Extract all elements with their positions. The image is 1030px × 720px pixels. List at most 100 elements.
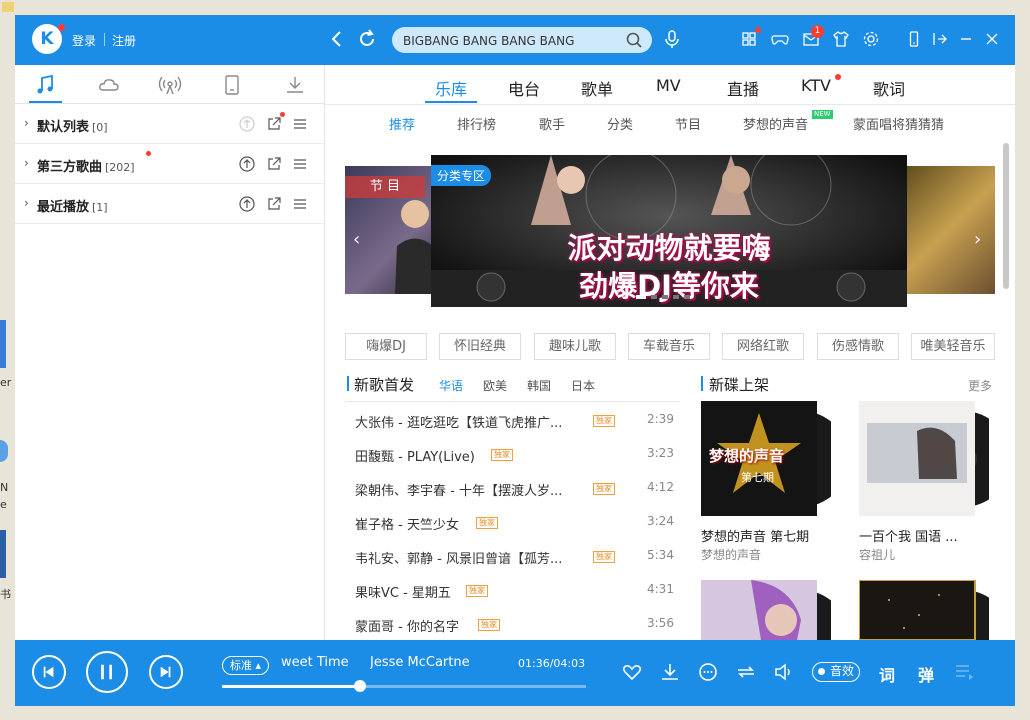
- subtab-charts[interactable]: 排行榜: [457, 114, 496, 133]
- song-title[interactable]: 梁朝伟、李宇春 - 十年【摆渡人岁...: [355, 480, 595, 499]
- chevron-right-icon[interactable]: ›: [974, 229, 981, 250]
- previous-track-icon[interactable]: [32, 655, 66, 689]
- category-tag[interactable]: 唯美轻音乐: [911, 333, 995, 360]
- tab-live[interactable]: 直播: [727, 76, 759, 100]
- tab-ktv[interactable]: KTV: [801, 76, 831, 95]
- chevron-right-icon[interactable]: ›: [24, 116, 29, 130]
- repeat-icon[interactable]: [735, 661, 757, 683]
- tab-lyrics[interactable]: 歌词: [873, 76, 905, 100]
- danmu-button[interactable]: 弹: [918, 662, 934, 686]
- playlist-queue-icon[interactable]: [953, 661, 975, 683]
- album-cover[interactable]: [701, 580, 831, 640]
- tab-radio[interactable]: 电台: [508, 76, 540, 100]
- chevron-right-icon[interactable]: ›: [24, 196, 29, 210]
- now-playing-title[interactable]: weet Time: [281, 655, 353, 670]
- next-track-icon[interactable]: [149, 655, 183, 689]
- close-icon[interactable]: [982, 29, 1002, 49]
- chevron-right-icon[interactable]: ›: [24, 156, 29, 170]
- settings-gear-icon[interactable]: [861, 29, 881, 49]
- listen-identify-icon[interactable]: [663, 29, 681, 49]
- playlist-row[interactable]: › 最近播放 [1]: [15, 184, 324, 224]
- song-title[interactable]: 田馥甄 - PLAY(Live): [355, 446, 485, 465]
- back-icon[interactable]: [326, 28, 348, 50]
- category-tag[interactable]: 伤感情歌: [817, 333, 899, 360]
- album-cover[interactable]: [859, 401, 1011, 516]
- scrollbar[interactable]: [1003, 143, 1009, 289]
- tab-western[interactable]: 欧美: [483, 377, 507, 394]
- more-options-icon[interactable]: [697, 661, 719, 683]
- share-icon[interactable]: [265, 195, 283, 213]
- subtab-categories[interactable]: 分类: [607, 114, 633, 133]
- pause-icon[interactable]: [86, 651, 128, 693]
- song-title[interactable]: 大张伟 - 逛吃逛吃【铁道飞虎推广...: [355, 412, 595, 431]
- tab-japanese[interactable]: 日本: [571, 377, 595, 394]
- dock-sidebar-icon[interactable]: [930, 29, 950, 49]
- game-controller-icon[interactable]: [770, 29, 790, 49]
- tab-playlists[interactable]: 歌单: [581, 76, 613, 100]
- album-title[interactable]: 梦想的声音 第七期: [701, 526, 809, 545]
- download-icon[interactable]: [283, 73, 307, 97]
- cloud-icon[interactable]: [97, 73, 121, 97]
- now-playing-artist[interactable]: Jesse McCartne: [370, 655, 469, 670]
- refresh-icon[interactable]: [356, 28, 378, 50]
- search-icon[interactable]: [624, 29, 646, 51]
- banner-category-tag[interactable]: 分类专区: [431, 165, 492, 186]
- album-title[interactable]: 一百个我 国语 ...: [859, 526, 958, 545]
- download-icon[interactable]: [659, 661, 681, 683]
- subtab-singers[interactable]: 歌手: [539, 114, 565, 133]
- tab-chinese[interactable]: 华语: [439, 377, 463, 394]
- album-cover[interactable]: 梦想的声音 第七期: [701, 401, 849, 516]
- login-link[interactable]: 登录: [72, 32, 96, 49]
- device-icon[interactable]: [220, 73, 244, 97]
- share-icon[interactable]: [265, 115, 283, 133]
- mini-mode-icon[interactable]: [904, 29, 924, 49]
- song-title[interactable]: 蒙面哥 - 你的名字: [355, 616, 475, 635]
- subtab-masked-singer[interactable]: 蒙面唱将猜猜猜: [853, 114, 944, 133]
- song-title[interactable]: 韦礼安、郭静 - 风景旧曾谙【孤芳...: [355, 548, 595, 567]
- search-bar[interactable]: BIGBANG BANG BANG BANG: [392, 27, 652, 53]
- song-title[interactable]: 果味VC - 星期五: [355, 582, 470, 601]
- menu-icon[interactable]: [291, 195, 309, 213]
- menu-icon[interactable]: [291, 155, 309, 173]
- exclusive-badge: 独家: [476, 517, 498, 529]
- upload-icon[interactable]: [238, 115, 256, 133]
- search-input[interactable]: BIGBANG BANG BANG BANG: [403, 34, 574, 48]
- album-cover[interactable]: [859, 580, 989, 640]
- volume-icon[interactable]: [773, 661, 795, 683]
- music-note-icon[interactable]: [33, 73, 57, 97]
- album-artist[interactable]: 容祖儿: [859, 546, 895, 563]
- skin-shirt-icon[interactable]: [831, 29, 851, 49]
- category-tag[interactable]: 车载音乐: [628, 333, 710, 360]
- banner-main[interactable]: 分类专区 派对动物就要嗨 劲爆DJ等你来: [431, 155, 907, 307]
- lyrics-button[interactable]: 词: [879, 662, 895, 686]
- chevron-left-icon[interactable]: ‹: [353, 229, 360, 250]
- playlist-row[interactable]: › 第三方歌曲 [202]: [15, 144, 324, 184]
- tab-korean[interactable]: 韩国: [527, 377, 551, 394]
- subtab-recommend[interactable]: 推荐: [389, 114, 415, 133]
- carousel-dots[interactable]: [636, 294, 706, 300]
- sound-effect-button[interactable]: 音效: [812, 662, 860, 682]
- upload-icon[interactable]: [238, 155, 256, 173]
- song-title[interactable]: 崔子格 - 天竺少女: [355, 514, 475, 533]
- subtab-programs[interactable]: 节目: [675, 114, 701, 133]
- playlist-row[interactable]: › 默认列表 [0]: [15, 104, 324, 144]
- album-artist[interactable]: 梦想的声音: [701, 546, 761, 563]
- category-tag[interactable]: 嗨爆DJ: [345, 333, 427, 360]
- category-tag[interactable]: 网络红歌: [722, 333, 804, 360]
- tab-library[interactable]: 乐库: [435, 76, 467, 100]
- tab-mv[interactable]: MV: [656, 76, 681, 95]
- minimize-icon[interactable]: [956, 29, 976, 49]
- heart-icon[interactable]: [621, 661, 643, 683]
- subtab-voice-of-dream[interactable]: 梦想的声音: [743, 114, 808, 133]
- quality-selector[interactable]: 标准 ▴: [222, 656, 269, 675]
- share-icon[interactable]: [265, 155, 283, 173]
- register-link[interactable]: 注册: [112, 32, 136, 49]
- progress-handle[interactable]: [354, 680, 366, 692]
- more-link[interactable]: 更多: [968, 377, 992, 394]
- menu-icon[interactable]: [291, 115, 309, 133]
- banner-carousel[interactable]: 节 目 ‹ › 分类专区 派对动物就要嗨 劲爆DJ等你来: [345, 155, 995, 315]
- category-tag[interactable]: 趣味儿歌: [534, 333, 616, 360]
- radio-broadcast-icon[interactable]: [158, 73, 182, 97]
- upload-icon[interactable]: [238, 195, 256, 213]
- category-tag[interactable]: 怀旧经典: [439, 333, 521, 360]
